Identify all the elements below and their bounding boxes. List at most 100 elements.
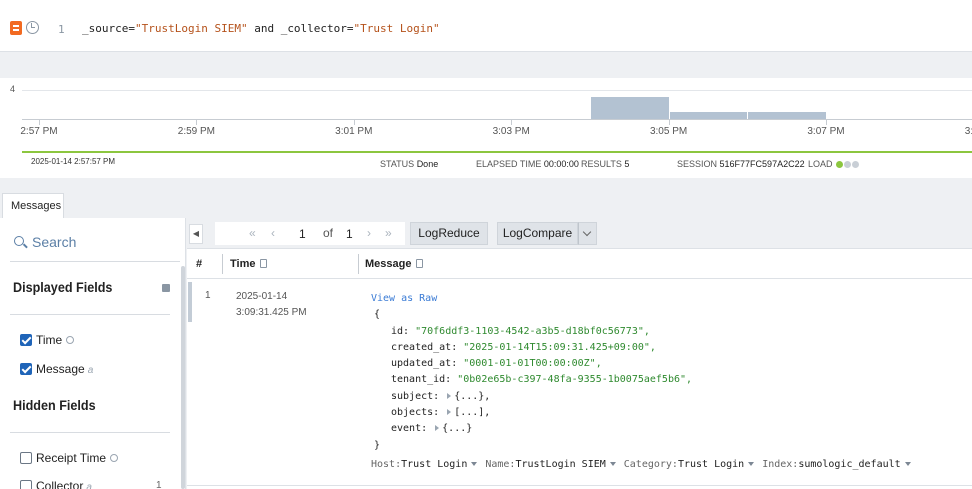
collapse-sidebar-button[interactable]: ◀ bbox=[189, 224, 203, 244]
page-of-label: of bbox=[323, 226, 334, 240]
search-icon bbox=[14, 236, 24, 246]
checkbox-unchecked-icon[interactable] bbox=[20, 480, 32, 489]
histogram-x-label: 3:05 PM bbox=[649, 126, 688, 137]
last-page-icon[interactable]: » bbox=[385, 226, 392, 240]
field-message[interactable]: Message a bbox=[20, 362, 93, 376]
json-key: subject: bbox=[391, 390, 446, 402]
load-readout: LOAD bbox=[808, 159, 860, 169]
message-body: View as Raw { id: "70f6ddf3-1103-4542-a3… bbox=[371, 291, 692, 454]
column-separator bbox=[222, 254, 223, 274]
expand-triangle-icon[interactable] bbox=[447, 409, 452, 416]
metadata-name[interactable]: Name:TrustLogin SIEM bbox=[485, 459, 623, 470]
json-key: created_at: bbox=[391, 341, 464, 353]
query-editor[interactable]: _source="TrustLogin SIEM" and _collector… bbox=[82, 22, 440, 35]
divider bbox=[10, 432, 170, 433]
current-page-input[interactable]: 1 bbox=[299, 227, 306, 241]
query-string-literal: "Trust Login" bbox=[353, 22, 440, 35]
table-header: # Time Message bbox=[187, 249, 972, 279]
range-start-time: 2025-01-14 2:57:57 PM bbox=[31, 157, 116, 166]
expand-triangle-icon[interactable] bbox=[447, 392, 452, 399]
query-document-icon[interactable] bbox=[10, 21, 22, 35]
save-icon[interactable] bbox=[162, 284, 170, 292]
chevron-down-icon[interactable] bbox=[578, 222, 597, 245]
histogram-x-label: 3:01 PM bbox=[335, 126, 373, 137]
histogram-x-label: 3:07 PM bbox=[807, 126, 845, 137]
field-search-input[interactable]: Search bbox=[32, 234, 76, 250]
chevron-down-icon[interactable] bbox=[471, 462, 478, 466]
json-key: event: bbox=[391, 423, 434, 435]
histogram-y-tick: 4 bbox=[10, 84, 16, 94]
column-number: # bbox=[196, 258, 203, 270]
histogram-bar[interactable] bbox=[590, 97, 669, 119]
json-field-event[interactable]: event: {...} bbox=[371, 421, 692, 437]
checkbox-checked-icon[interactable] bbox=[20, 334, 32, 346]
json-fields: id: "70f6ddf3-1103-4542-a3b5-d18bf0c5677… bbox=[371, 324, 692, 438]
copy-icon[interactable] bbox=[416, 259, 424, 268]
open-brace: { bbox=[374, 309, 381, 321]
json-key: id: bbox=[391, 325, 416, 337]
column-time[interactable]: Time bbox=[230, 258, 268, 270]
close-brace: } bbox=[374, 439, 381, 451]
displayed-fields-title: Displayed Fields bbox=[13, 279, 113, 295]
total-pages: 1 bbox=[346, 227, 353, 241]
checkbox-unchecked-icon[interactable] bbox=[20, 452, 32, 464]
row-scrollbar[interactable] bbox=[188, 282, 192, 322]
json-value: {...}, bbox=[454, 390, 491, 402]
histogram-bar[interactable] bbox=[748, 111, 826, 119]
row-divider bbox=[187, 485, 972, 486]
next-page-icon[interactable]: › bbox=[367, 226, 371, 240]
prev-page-icon[interactable]: ‹ bbox=[271, 226, 275, 240]
metadata-index[interactable]: Index:sumologic_default bbox=[762, 459, 918, 470]
session-value: 516F77FC597A2C22 bbox=[719, 159, 805, 169]
chevron-down-icon[interactable] bbox=[904, 462, 911, 466]
field-collector[interactable]: Collector a bbox=[20, 479, 92, 489]
json-value: "0b02e65b-c397-48fa-9355-1b0075aef5b6", bbox=[457, 374, 693, 386]
sidebar-scrollbar[interactable] bbox=[181, 266, 185, 489]
expand-triangle-icon[interactable] bbox=[435, 425, 440, 432]
field-receipt-time[interactable]: Receipt Time bbox=[20, 451, 119, 465]
field-label: Message bbox=[36, 362, 85, 376]
histogram-x-axis bbox=[22, 119, 972, 120]
copy-icon[interactable] bbox=[260, 259, 268, 268]
column-separator[interactable] bbox=[358, 254, 359, 274]
table-row[interactable]: 1 2025-01-14 3:09:31.425 PM View as Raw … bbox=[187, 280, 972, 485]
field-time[interactable]: Time bbox=[20, 333, 75, 347]
view-as-raw-link[interactable]: View as Raw bbox=[371, 291, 692, 307]
json-value: "0001-01-01T00:00:00Z", bbox=[463, 358, 602, 370]
time-range-progress bbox=[22, 151, 972, 153]
json-field-objects[interactable]: objects: [...], bbox=[371, 405, 692, 421]
histogram-x-tick bbox=[826, 119, 827, 125]
chevron-down-icon[interactable] bbox=[609, 462, 616, 466]
column-message-label: Message bbox=[365, 258, 412, 270]
checkbox-checked-icon[interactable] bbox=[20, 363, 32, 375]
histogram-x-tick bbox=[196, 119, 198, 125]
chevron-down-icon[interactable] bbox=[748, 462, 755, 466]
row-date: 2025-01-14 bbox=[236, 291, 288, 302]
logreduce-button[interactable]: LogReduce bbox=[410, 222, 488, 245]
status-value: Done bbox=[416, 159, 439, 169]
json-key: tenant_id: bbox=[391, 374, 458, 386]
column-message[interactable]: Message bbox=[365, 258, 424, 270]
elapsed-value: 00:00:00 bbox=[543, 159, 579, 169]
query-history-icon[interactable] bbox=[26, 21, 39, 34]
histogram[interactable]: 4 2:57 PM 2:59 PM 3:01 PM 3:03 PM 3:05 PM 3:0… bbox=[0, 78, 972, 178]
json-key: updated_at: bbox=[391, 358, 464, 370]
row-time-of-day: 3:09:31.425 PM bbox=[236, 307, 307, 318]
message-metadata: Host:Trust Login Name:TrustLogin SIEM Cate… bbox=[371, 459, 919, 470]
metadata-category[interactable]: Category:Trust Login bbox=[624, 459, 762, 470]
histogram-bar[interactable] bbox=[669, 111, 748, 119]
metadata-host[interactable]: Host:Trust Login bbox=[371, 459, 485, 470]
field-count: 1 bbox=[156, 480, 162, 489]
histogram-x-label: 2:57 PM bbox=[20, 126, 58, 137]
histogram-x-label: 3:03 PM bbox=[492, 126, 530, 137]
json-field-subject[interactable]: subject: {...}, bbox=[371, 389, 692, 405]
session-readout: SESSION 516F77FC597A2C22 bbox=[677, 159, 805, 169]
messages-toolbar: ◀ « ‹ 1 of 1 › » LogReduce LogCompare bbox=[187, 218, 972, 249]
metadata-key: Category: bbox=[623, 459, 678, 470]
tab-messages[interactable]: Messages bbox=[2, 193, 64, 218]
search-underline bbox=[10, 261, 180, 262]
logcompare-button[interactable]: LogCompare bbox=[497, 222, 578, 245]
row-number: 1 bbox=[205, 290, 211, 301]
column-time-label: Time bbox=[230, 258, 256, 270]
first-page-icon[interactable]: « bbox=[249, 226, 256, 240]
